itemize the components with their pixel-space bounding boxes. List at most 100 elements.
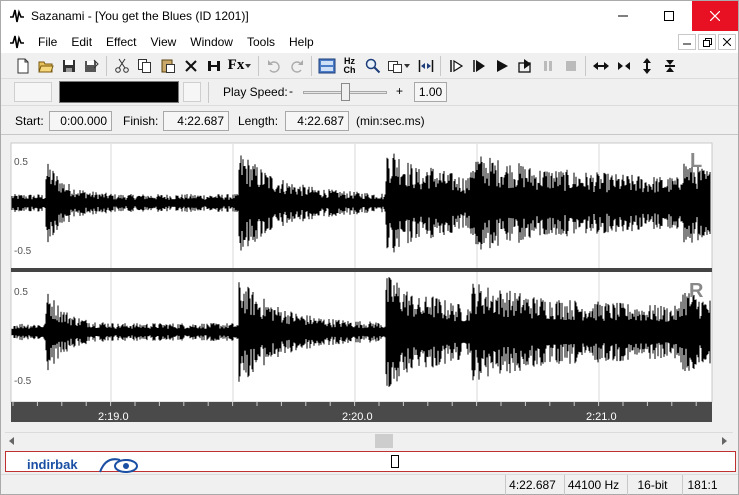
loop-button[interactable] <box>513 55 536 77</box>
menu-edit[interactable]: Edit <box>64 31 99 53</box>
undo-icon <box>267 59 280 73</box>
menu-bar: File Edit Effect View Window Tools Help <box>1 31 738 53</box>
doc-minimize-button[interactable] <box>678 34 696 50</box>
timeline-label: 2:20.0 <box>342 411 373 423</box>
open-icon <box>37 61 54 72</box>
zoom-button[interactable] <box>361 55 384 77</box>
menu-file[interactable]: File <box>31 31 64 53</box>
new-button[interactable] <box>11 55 34 77</box>
waveform-svg[interactable]: 0.5 -0.5 0.5 -0.5 L R 2:19.0 2:20.0 2:21… <box>5 141 733 432</box>
new-icon <box>17 58 28 73</box>
timeline-label: 2:21.0 <box>586 411 617 423</box>
close-button[interactable] <box>692 1 738 31</box>
play-icon <box>496 59 508 72</box>
start-time-field[interactable]: 0:00.000 <box>49 111 112 131</box>
scroll-left-icon[interactable] <box>7 436 17 446</box>
zoom-horizontal-out-button[interactable] <box>612 55 635 77</box>
status-bit-depth: 16-bit <box>627 475 677 495</box>
open-button[interactable] <box>34 55 57 77</box>
play-button[interactable] <box>490 55 513 77</box>
app-window: Sazanami - [You get the Blues (ID 1201)]… <box>0 0 739 495</box>
channel-divider <box>11 268 712 272</box>
play-from-start-icon <box>472 59 485 72</box>
toolbar: Fx Hz Ch <box>1 53 738 79</box>
restore-icon <box>702 37 712 47</box>
play-from-start-button[interactable] <box>467 55 490 77</box>
document-waveform-icon[interactable] <box>9 34 25 50</box>
delete-button[interactable] <box>179 55 202 77</box>
copy-icon <box>137 58 151 73</box>
menu-help[interactable]: Help <box>282 31 321 53</box>
play-speed-slider-thumb[interactable] <box>341 83 350 101</box>
view-select-icon <box>388 60 402 73</box>
doc-restore-button[interactable] <box>698 34 716 50</box>
sample-rate-icon: Hz Ch <box>343 56 356 75</box>
scrollbar-thumb[interactable] <box>375 434 393 448</box>
copy-button[interactable] <box>133 55 156 77</box>
delete-icon <box>184 59 197 72</box>
title-bar: Sazanami - [You get the Blues (ID 1201)] <box>1 1 738 31</box>
save-button[interactable] <box>57 55 80 77</box>
length-label: Length: <box>238 114 279 128</box>
paste-icon <box>161 59 175 73</box>
zoom-icon <box>365 58 380 73</box>
chevron-down-icon <box>245 63 252 68</box>
menu-view[interactable]: View <box>144 31 184 53</box>
spectrum-button[interactable] <box>315 55 338 77</box>
save-as-button[interactable] <box>80 55 103 77</box>
pause-button[interactable] <box>536 55 559 77</box>
menu-tools[interactable]: Tools <box>240 31 282 53</box>
left-channel-label: L <box>690 150 702 172</box>
length-time-field[interactable]: 4:22.687 <box>285 111 349 131</box>
scroll-right-icon[interactable] <box>719 436 729 446</box>
effects-button[interactable]: Fx <box>225 55 255 77</box>
paste-button[interactable] <box>156 55 179 77</box>
status-indicator <box>183 82 201 102</box>
speed-decrease-label: - <box>289 84 293 98</box>
trim-button[interactable] <box>202 55 225 77</box>
view-select-button[interactable] <box>384 55 414 77</box>
zoom-vertical-out-button[interactable] <box>658 55 681 77</box>
brand-logo-text: indirbak <box>27 457 78 472</box>
redo-button[interactable] <box>285 55 308 77</box>
zoom-vertical-in-button[interactable] <box>635 55 658 77</box>
loop-icon <box>517 58 531 73</box>
zoom-horizontal-in-button[interactable] <box>589 55 612 77</box>
menu-effect[interactable]: Effect <box>99 31 143 53</box>
minimize-button[interactable] <box>600 1 646 31</box>
play-speed-value[interactable]: 1.00 <box>414 82 447 102</box>
selection-time-row: Start: 0:00.000 Finish: 4:22.687 Length:… <box>1 107 738 135</box>
right-scale-bottom: -0.5 <box>14 376 32 387</box>
level-meter <box>59 81 179 103</box>
right-channel-label: R <box>689 280 704 302</box>
stop-button[interactable] <box>559 55 582 77</box>
waveform-view[interactable]: 0.5 -0.5 0.5 -0.5 L R 2:19.0 2:20.0 2:21… <box>5 141 733 432</box>
brand-logo-icon <box>99 458 138 473</box>
horizontal-scrollbar[interactable] <box>5 432 733 448</box>
position-display <box>14 82 52 102</box>
overview-position-marker[interactable] <box>391 455 399 468</box>
sample-rate-button[interactable]: Hz Ch <box>338 55 361 77</box>
play-speed-label: Play Speed: <box>223 85 288 99</box>
effects-icon: Fx <box>227 57 245 73</box>
finish-time-field[interactable]: 4:22.687 <box>163 111 229 131</box>
zoom-vertical-out-icon <box>664 59 675 72</box>
left-scale-bottom: -0.5 <box>14 246 32 257</box>
minimize-icon <box>618 15 628 17</box>
cut-icon <box>114 58 129 73</box>
fit-button[interactable] <box>414 55 437 77</box>
undo-button[interactable] <box>262 55 285 77</box>
play-selection-button[interactable] <box>444 55 467 77</box>
trim-icon <box>207 60 220 71</box>
doc-close-button[interactable] <box>718 34 736 50</box>
finish-label: Finish: <box>123 114 159 128</box>
menu-window[interactable]: Window <box>183 31 240 53</box>
maximize-button[interactable] <box>646 1 692 31</box>
left-scale-top: 0.5 <box>14 157 28 168</box>
status-bar: 4:22.687 44100 Hz 16-bit 181:1 <box>1 474 738 495</box>
sample-rate-bottom-label: Ch <box>343 64 356 75</box>
zoom-horizontal-icon <box>592 61 609 70</box>
window-title: Sazanami - [You get the Blues (ID 1201)] <box>31 9 249 23</box>
cut-button[interactable] <box>110 55 133 77</box>
fit-icon <box>418 59 433 72</box>
